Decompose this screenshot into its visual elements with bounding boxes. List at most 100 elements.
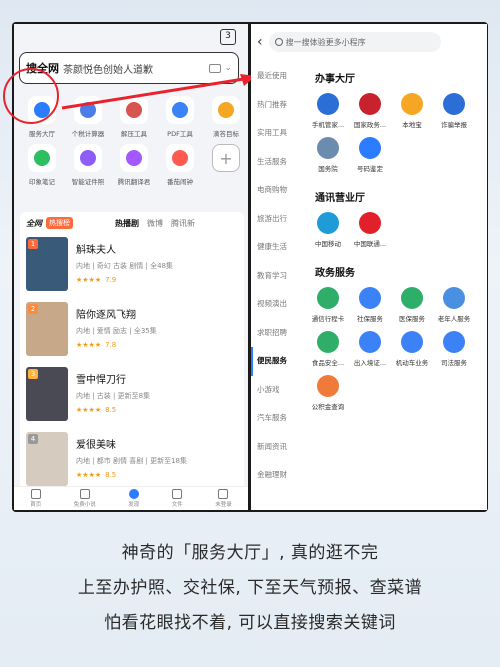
nav-home-label: 首页 xyxy=(30,502,42,508)
service-item[interactable]: 国务院 xyxy=(307,137,349,173)
service-item[interactable]: 本地宝 xyxy=(391,93,433,129)
service-label: 医保服务 xyxy=(399,315,425,323)
app-elephant[interactable]: 印象笔记 xyxy=(22,144,62,186)
drama-poster: 3 xyxy=(26,367,68,421)
service-label: 中国移动 xyxy=(315,240,341,248)
sidebar-item[interactable]: 电商购物 xyxy=(251,176,301,205)
nav-home[interactable]: 首页 xyxy=(30,489,41,508)
tab-hot-drama[interactable]: 热播剧 xyxy=(115,218,139,229)
drama-title: 雪中悍刀行 xyxy=(76,375,126,386)
tab-all-network[interactable]: 全网 xyxy=(26,218,42,229)
sidebar-item[interactable]: 新闻资讯 xyxy=(251,433,301,462)
service-item[interactable]: 司法服务 xyxy=(433,331,475,367)
sidebar-item[interactable]: 便民服务 xyxy=(251,347,301,376)
service-item[interactable]: 诈骗举报 xyxy=(433,93,475,129)
drama-meta: 内地 | 爱情 励志 | 全35集 xyxy=(76,327,157,335)
service-label: 社保服务 xyxy=(357,315,383,323)
app-translate[interactable]: 腾讯翻译君 xyxy=(114,144,154,186)
hot-list-card: 全网 热搜榜 热播剧 微博 腾讯新 1 斛珠夫人 内地 | 奇幻 古装 剧情 |… xyxy=(20,212,244,492)
service-label: 老年人服务 xyxy=(437,315,471,323)
drama-row[interactable]: 3 雪中悍刀行 内地 | 古装 | 更新至8集 ★★★★ 8.5 xyxy=(20,364,244,429)
service-icon xyxy=(317,375,339,397)
user-icon xyxy=(218,489,229,499)
nav-profile-label: 未登录 xyxy=(215,502,232,508)
drama-info: 雪中悍刀行 内地 | 古装 | 更新至8集 ★★★★ 8.5 xyxy=(76,367,150,426)
app-add[interactable]: + xyxy=(206,144,246,176)
app-label: 个税计算器 xyxy=(71,130,105,138)
drama-row[interactable]: 4 爱很美味 内地 | 都市 剧情 喜剧 | 更新至18集 ★★★★ 8.5 xyxy=(20,429,244,492)
drama-info: 陪你逐风飞翔 内地 | 爱情 励志 | 全35集 ★★★★ 7.8 xyxy=(76,302,157,361)
sidebar-item[interactable]: 求职招聘 xyxy=(251,319,301,348)
service-label: 机动车业务 xyxy=(395,359,429,367)
service-item[interactable]: 号码鉴定 xyxy=(349,137,391,173)
caption-line-1: 神奇的「服务大厅」, 真的逛不完 xyxy=(121,543,379,563)
translate-icon xyxy=(120,144,148,172)
rating-stars: ★★★★ xyxy=(76,406,102,414)
drama-title: 斛珠夫人 xyxy=(76,245,116,256)
service-icon xyxy=(317,212,339,234)
service-icon xyxy=(401,93,423,115)
service-item[interactable]: 出入境证... xyxy=(349,331,391,367)
nav-profile[interactable]: 未登录 xyxy=(215,489,232,508)
nav-files[interactable]: 文件 xyxy=(172,489,183,508)
red-arrow xyxy=(61,74,256,110)
sidebar-item[interactable]: 生活服务 xyxy=(251,148,301,177)
sidebar-item[interactable]: 热门推荐 xyxy=(251,91,301,120)
sidebar-item[interactable]: 健康生活 xyxy=(251,233,301,262)
service-label: 诈骗举报 xyxy=(441,121,467,129)
service-icon xyxy=(317,287,339,309)
drama-row[interactable]: 2 陪你逐风飞翔 内地 | 爱情 励志 | 全35集 ★★★★ 7.8 xyxy=(20,299,244,364)
drama-row[interactable]: 1 斛珠夫人 内地 | 奇幻 古装 剧情 | 全48集 ★★★★ 7.9 xyxy=(20,234,244,299)
back-chevron-icon[interactable]: ‹ xyxy=(257,34,263,50)
drama-list: 1 斛珠夫人 内地 | 奇幻 古装 剧情 | 全48集 ★★★★ 7.9 2 陪你… xyxy=(20,234,244,492)
service-label: 手机管家... xyxy=(311,121,345,129)
tab-hot-search[interactable]: 热搜榜 xyxy=(46,217,73,229)
sidebar-item[interactable]: 小游戏 xyxy=(251,376,301,405)
app-id-photo[interactable]: 智能证件照 xyxy=(68,144,108,186)
service-item[interactable]: 机动车业务 xyxy=(391,331,433,367)
tab-tencent-news[interactable]: 腾讯新 xyxy=(171,218,195,229)
sidebar-item[interactable]: 最近使用 xyxy=(251,62,301,91)
service-item[interactable]: 通信行程卡 xyxy=(307,287,349,323)
service-label: 出入境证... xyxy=(353,359,387,367)
app-label: 服务大厅 xyxy=(29,130,55,138)
service-item[interactable]: 中国联通... xyxy=(349,212,391,248)
section-title: 政务服务 xyxy=(315,268,355,279)
service-item[interactable]: 医保服务 xyxy=(391,287,433,323)
service-item[interactable]: 手机管家... xyxy=(307,93,349,129)
service-icon xyxy=(359,212,381,234)
section-title: 办事大厅 xyxy=(315,74,355,85)
service-label: 号码鉴定 xyxy=(357,165,383,173)
drama-meta: 内地 | 都市 剧情 喜剧 | 更新至18集 xyxy=(76,457,187,465)
miniprogram-search-input[interactable]: 搜一搜体验更多小程序 xyxy=(268,32,441,52)
elephant-icon xyxy=(28,144,56,172)
service-item[interactable]: 国家政务... xyxy=(349,93,391,129)
nav-novels-label: 免费小说 xyxy=(73,502,96,508)
app-label: 腾讯翻译君 xyxy=(117,178,151,186)
sidebar-item[interactable]: 视频演出 xyxy=(251,290,301,319)
home-icon xyxy=(30,489,41,499)
right-screen: ‹ 搜一搜体验更多小程序 最近使用 热门推荐 实用工具 生活服务 电商购物 旅游出行 健康生… xyxy=(251,24,487,510)
service-icon xyxy=(317,93,339,115)
sidebar-item[interactable]: 汽车服务 xyxy=(251,404,301,433)
section-icons: 中国移动 中国联通... xyxy=(307,212,487,256)
sidebar-item[interactable]: 金融理财 xyxy=(251,461,301,490)
nav-discover[interactable]: 发现 xyxy=(128,489,139,508)
tab-weibo[interactable]: 微博 xyxy=(147,218,163,229)
drama-rating: ★★★★ 7.8 xyxy=(76,341,157,349)
hot-tabs: 全网 热搜榜 热播剧 微博 腾讯新 xyxy=(20,212,244,234)
drama-rating: ★★★★ 8.5 xyxy=(76,406,150,414)
sidebar-item[interactable]: 实用工具 xyxy=(251,119,301,148)
app-tomato-clock[interactable]: 番茄闹钟 xyxy=(160,144,200,186)
app-label: 滴答目标 xyxy=(213,130,239,138)
sidebar-item[interactable]: 教育学习 xyxy=(251,262,301,291)
service-item[interactable]: 公积金查询 xyxy=(307,375,349,411)
drama-info: 斛珠夫人 内地 | 奇幻 古装 剧情 | 全48集 ★★★★ 7.9 xyxy=(76,237,173,296)
service-item[interactable]: 食品安全... xyxy=(307,331,349,367)
service-item[interactable]: 中国移动 xyxy=(307,212,349,248)
service-item[interactable]: 社保服务 xyxy=(349,287,391,323)
sidebar-item[interactable]: 旅游出行 xyxy=(251,205,301,234)
tab-count-button[interactable]: 3 xyxy=(220,29,236,45)
nav-novels[interactable]: 免费小说 xyxy=(74,489,96,508)
service-item[interactable]: 老年人服务 xyxy=(433,287,475,323)
